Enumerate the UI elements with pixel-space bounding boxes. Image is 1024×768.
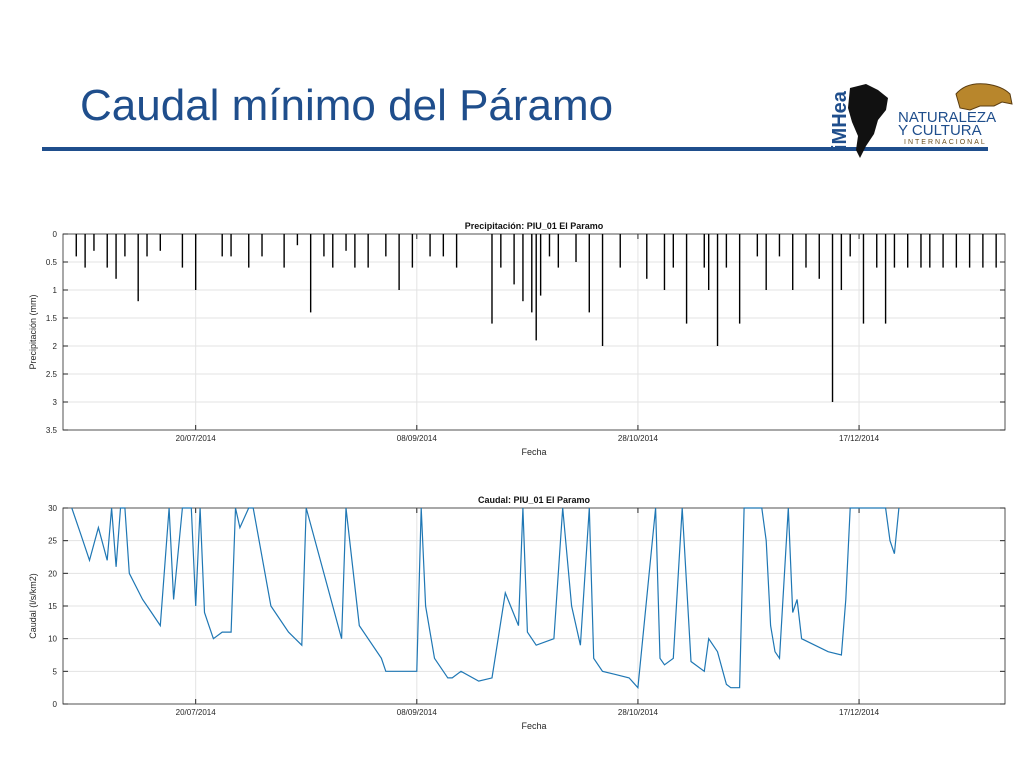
x-tick-label: 17/12/2014 xyxy=(839,434,880,443)
slide-title: Caudal mínimo del Páramo xyxy=(80,81,614,130)
x-tick-label: 20/07/2014 xyxy=(176,708,217,717)
y-tick-label: 3 xyxy=(53,398,58,407)
y-tick-label: 0.5 xyxy=(46,258,58,267)
y-tick-label: 2.5 xyxy=(46,370,58,379)
imhea-logo-text: iMHea xyxy=(829,90,851,150)
x-axis-label: Fecha xyxy=(521,447,546,457)
x-tick-label: 17/12/2014 xyxy=(839,708,880,717)
y-tick-label: 1 xyxy=(53,286,58,295)
chart-title: Precipitación: PIU_01 El Paramo xyxy=(465,221,604,231)
x-tick-label: 28/10/2014 xyxy=(618,434,659,443)
y-tick-label: 5 xyxy=(53,667,58,676)
y-tick-label: 0 xyxy=(53,230,58,239)
flow-chart: 20/07/2014 08/09/2014 28/10/2014 17/12/2014… xyxy=(28,495,1006,731)
y-axis-label: Caudal (l/s/km2) xyxy=(28,573,38,639)
x-tick-label: 28/10/2014 xyxy=(618,708,659,717)
x-tick-label: 08/09/2014 xyxy=(397,434,438,443)
y-axis-label: Precipitación (mm) xyxy=(28,294,38,369)
x-axis-label: Fecha xyxy=(521,721,546,731)
jaguar-icon xyxy=(955,83,1013,111)
y-tick-label: 25 xyxy=(48,537,57,546)
y-tick-label: 30 xyxy=(48,504,57,513)
logo-area: iMHea NATURALEZA Y CULTURA INTERNACIONAL xyxy=(829,83,1013,158)
y-tick-label: 2 xyxy=(53,342,58,351)
y-tick-label: 20 xyxy=(48,569,57,578)
logo-line-2: Y CULTURA xyxy=(898,122,982,139)
south-america-map-icon xyxy=(848,84,888,158)
precipitation-chart: 20/07/2014 08/09/2014 28/10/2014 17/12/2014… xyxy=(28,221,1006,457)
y-tick-label: 10 xyxy=(48,635,57,644)
y-tick-label: 0 xyxy=(53,700,58,709)
y-tick-label: 1.5 xyxy=(46,314,58,323)
x-tick-label: 08/09/2014 xyxy=(397,708,438,717)
chart-title: Caudal: PIU_01 El Paramo xyxy=(478,495,591,505)
x-tick-label: 20/07/2014 xyxy=(176,434,217,443)
y-tick-label: 3.5 xyxy=(46,426,58,435)
logo-line-3: INTERNACIONAL xyxy=(904,139,987,146)
y-tick-label: 15 xyxy=(48,602,57,611)
